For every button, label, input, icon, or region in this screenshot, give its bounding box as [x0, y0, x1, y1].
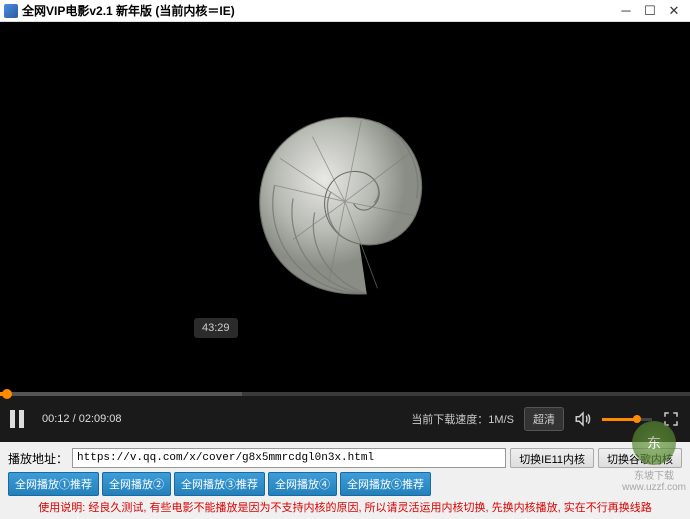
url-input[interactable]: [72, 448, 506, 468]
volume-fill: [602, 418, 637, 421]
progress-thumb[interactable]: [2, 389, 12, 399]
url-row: 播放地址： 切换IE11内核 切换谷歌内核: [8, 448, 682, 468]
volume-slider[interactable]: [602, 418, 652, 421]
play-source-4[interactable]: 全网播放④: [268, 472, 337, 496]
progress-buffer: [0, 392, 242, 396]
volume-thumb[interactable]: [633, 415, 641, 423]
usage-notice: 使用说明: 经良久测试, 有些电影不能播放是因为不支持内核的原因, 所以请灵活运…: [8, 499, 682, 515]
total-time: 02:09:08: [79, 413, 122, 425]
url-label: 播放地址：: [8, 450, 68, 467]
download-speed: 当前下载速度：1M/S: [411, 411, 514, 427]
play-source-1[interactable]: 全网播放①推荐: [8, 472, 99, 496]
time-display: 00:12 / 02:09:08: [42, 413, 122, 425]
current-time: 00:12: [42, 413, 70, 425]
close-button[interactable]: ✕: [662, 2, 686, 20]
minimize-button[interactable]: ─: [614, 2, 638, 20]
play-source-5[interactable]: 全网播放⑤推荐: [340, 472, 431, 496]
pause-button[interactable]: [10, 408, 32, 430]
video-player: 43:29 00:12 / 02:09:08 当前下载速度：1M/S 超清: [0, 22, 690, 442]
play-source-row: 全网播放①推荐 全网播放② 全网播放③推荐 全网播放④ 全网播放⑤推荐: [8, 472, 682, 496]
play-source-2[interactable]: 全网播放②: [102, 472, 171, 496]
progress-bar[interactable]: [0, 392, 690, 396]
bottom-panel: 播放地址： 切换IE11内核 切换谷歌内核 全网播放①推荐 全网播放② 全网播放…: [0, 442, 690, 519]
quality-button[interactable]: 超清: [524, 407, 564, 431]
player-controls: 00:12 / 02:09:08 当前下载速度：1M/S 超清: [0, 396, 690, 442]
fullscreen-icon[interactable]: [662, 410, 680, 428]
window-title: 全网VIP电影v2.1 新年版 (当前内核＝IE): [22, 2, 614, 19]
video-frame-image: [215, 77, 475, 337]
maximize-button[interactable]: ☐: [638, 2, 662, 20]
video-canvas[interactable]: 43:29: [0, 22, 690, 392]
switch-chrome-button[interactable]: 切换谷歌内核: [598, 448, 682, 468]
switch-ie-button[interactable]: 切换IE11内核: [510, 448, 594, 468]
volume-icon[interactable]: [574, 410, 592, 428]
play-source-3[interactable]: 全网播放③推荐: [174, 472, 265, 496]
app-icon: [4, 4, 18, 18]
seek-tooltip: 43:29: [194, 318, 238, 338]
title-bar: 全网VIP电影v2.1 新年版 (当前内核＝IE) ─ ☐ ✕: [0, 0, 690, 22]
